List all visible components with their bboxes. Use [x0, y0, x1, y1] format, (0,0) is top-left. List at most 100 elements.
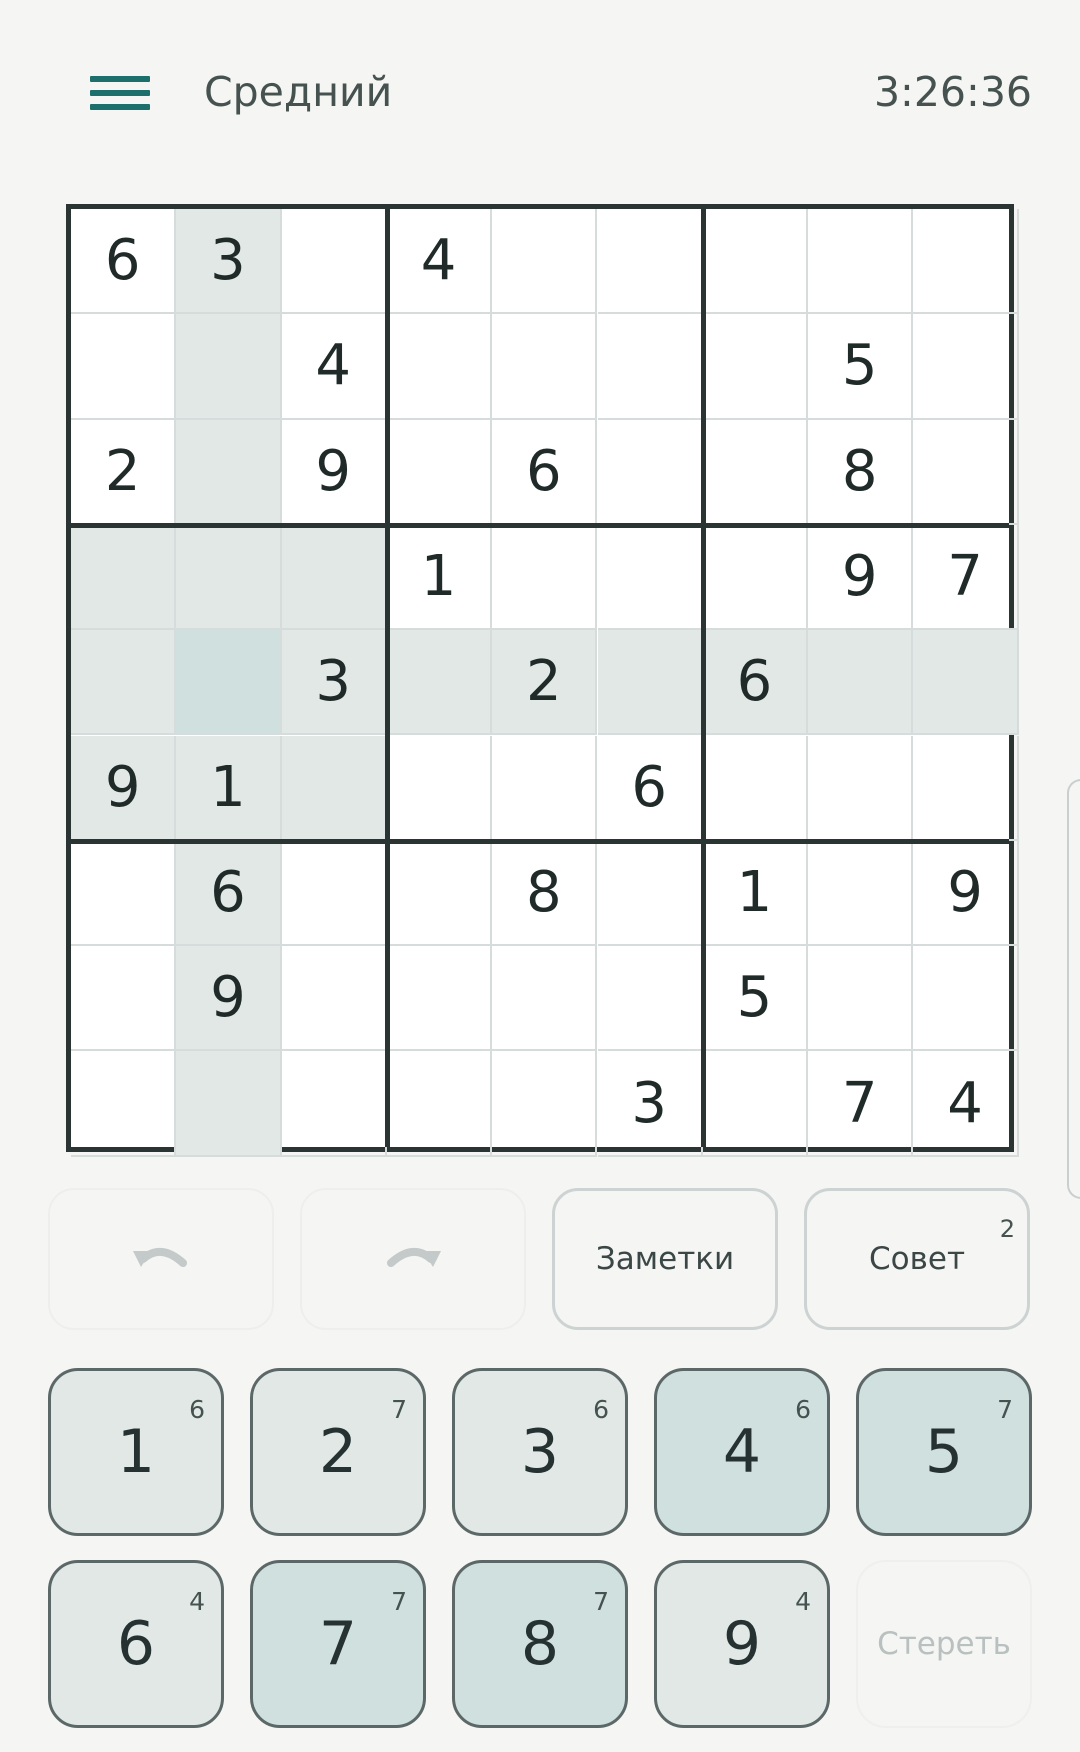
notes-button[interactable]: Заметки: [552, 1188, 778, 1330]
number-key-7[interactable]: 77: [250, 1560, 426, 1728]
cell-r8-c4[interactable]: [386, 946, 493, 1052]
cell-r2-c3[interactable]: 4: [281, 314, 387, 420]
cell-r1-c3[interactable]: [281, 209, 387, 315]
cell-r5-c6[interactable]: [597, 630, 703, 736]
cell-r9-c6[interactable]: 3: [597, 1051, 703, 1157]
cell-r1-c1[interactable]: 6: [71, 209, 177, 315]
box-divider-horizontal: [71, 838, 1009, 844]
cell-r6-c6[interactable]: 6: [597, 735, 703, 841]
cell-r4-c2[interactable]: [176, 524, 282, 631]
cell-r4-c9[interactable]: 7: [913, 524, 1019, 631]
cell-r1-c9[interactable]: [913, 209, 1019, 315]
redo-button[interactable]: [300, 1188, 526, 1330]
cell-r8-c6[interactable]: [597, 946, 703, 1052]
cell-r3-c2[interactable]: [176, 419, 282, 525]
cell-r4-c4[interactable]: 1: [386, 524, 493, 631]
cell-r2-c7[interactable]: [702, 314, 809, 420]
cell-r3-c7[interactable]: [702, 419, 809, 525]
cell-r1-c2[interactable]: 3: [176, 209, 282, 315]
menu-button[interactable]: [82, 72, 152, 122]
cell-r7-c2[interactable]: 6: [176, 840, 282, 947]
cell-r7-c5[interactable]: 8: [492, 840, 598, 947]
cell-r6-c2[interactable]: 1: [176, 735, 282, 841]
cell-r7-c4[interactable]: [386, 840, 493, 947]
cell-r3-c1[interactable]: 2: [71, 419, 177, 525]
cell-r9-c1[interactable]: [71, 1051, 177, 1157]
cell-r1-c4[interactable]: 4: [386, 209, 493, 315]
cell-r7-c1[interactable]: [71, 840, 177, 947]
cell-r8-c3[interactable]: [281, 946, 387, 1052]
cell-r1-c7[interactable]: [702, 209, 809, 315]
cell-r6-c1[interactable]: 9: [71, 735, 177, 841]
cell-r7-c8[interactable]: [808, 840, 914, 947]
cell-r9-c3[interactable]: [281, 1051, 387, 1157]
cell-r7-c7[interactable]: 1: [702, 840, 809, 947]
cell-r2-c4[interactable]: [386, 314, 493, 420]
cell-r6-c5[interactable]: [492, 735, 598, 841]
cell-r4-c7[interactable]: [702, 524, 809, 631]
number-key-8[interactable]: 87: [452, 1560, 628, 1728]
cell-r2-c1[interactable]: [71, 314, 177, 420]
cell-r2-c8[interactable]: 5: [808, 314, 914, 420]
cell-r9-c9[interactable]: 4: [913, 1051, 1019, 1157]
cell-r6-c7[interactable]: [702, 735, 809, 841]
cell-r5-c3[interactable]: 3: [281, 630, 387, 736]
cell-r9-c4[interactable]: [386, 1051, 493, 1157]
number-key-digit: 8: [520, 1609, 560, 1679]
number-key-5[interactable]: 57: [856, 1368, 1032, 1536]
cell-r5-c2[interactable]: [176, 630, 282, 736]
cell-r4-c6[interactable]: [597, 524, 703, 631]
hint-button[interactable]: Совет 2: [804, 1188, 1030, 1330]
cell-r8-c9[interactable]: [913, 946, 1019, 1052]
cell-r9-c2[interactable]: [176, 1051, 282, 1157]
cell-r1-c8[interactable]: [808, 209, 914, 315]
cell-r7-c9[interactable]: 9: [913, 840, 1019, 947]
cell-r2-c2[interactable]: [176, 314, 282, 420]
cell-r5-c8[interactable]: [808, 630, 914, 736]
number-key-1[interactable]: 16: [48, 1368, 224, 1536]
number-key-6[interactable]: 64: [48, 1560, 224, 1728]
cell-r2-c5[interactable]: [492, 314, 598, 420]
cell-r7-c6[interactable]: [597, 840, 703, 947]
cell-r4-c5[interactable]: [492, 524, 598, 631]
cell-r6-c4[interactable]: [386, 735, 493, 841]
cell-r3-c4[interactable]: [386, 419, 493, 525]
cell-r5-c9[interactable]: [913, 630, 1019, 736]
cell-r4-c1[interactable]: [71, 524, 177, 631]
cell-r6-c8[interactable]: [808, 735, 914, 841]
cell-r9-c8[interactable]: 7: [808, 1051, 914, 1157]
cell-r1-c5[interactable]: [492, 209, 598, 315]
cell-r4-c8[interactable]: 9: [808, 524, 914, 631]
cell-r5-c1[interactable]: [71, 630, 177, 736]
number-key-3[interactable]: 36: [452, 1368, 628, 1536]
cell-r2-c9[interactable]: [913, 314, 1019, 420]
number-key-9[interactable]: 94: [654, 1560, 830, 1728]
cell-r2-c6[interactable]: [597, 314, 703, 420]
cell-r6-c9[interactable]: [913, 735, 1019, 841]
cell-r7-c3[interactable]: [281, 840, 387, 947]
erase-button[interactable]: Стереть: [856, 1560, 1032, 1728]
undo-button[interactable]: [48, 1188, 274, 1330]
cell-r8-c5[interactable]: [492, 946, 598, 1052]
cell-r3-c8[interactable]: 8: [808, 419, 914, 525]
cell-r3-c5[interactable]: 6: [492, 419, 598, 525]
cell-r9-c7[interactable]: [702, 1051, 809, 1157]
cell-r8-c8[interactable]: [808, 946, 914, 1052]
erase-label: Стереть: [877, 1626, 1011, 1662]
cell-r1-c6[interactable]: [597, 209, 703, 315]
cell-r4-c3[interactable]: [281, 524, 387, 631]
cell-r3-c9[interactable]: [913, 419, 1019, 525]
cell-r6-c3[interactable]: [281, 735, 387, 841]
cell-r5-c4[interactable]: [386, 630, 493, 736]
cell-r8-c7[interactable]: 5: [702, 946, 809, 1052]
cell-r9-c5[interactable]: [492, 1051, 598, 1157]
edge-panel-handle[interactable]: [1067, 779, 1080, 1199]
cell-r3-c3[interactable]: 9: [281, 419, 387, 525]
cell-r5-c5[interactable]: 2: [492, 630, 598, 736]
cell-r3-c6[interactable]: [597, 419, 703, 525]
cell-r5-c7[interactable]: 6: [702, 630, 809, 736]
cell-r8-c2[interactable]: 9: [176, 946, 282, 1052]
number-key-2[interactable]: 27: [250, 1368, 426, 1536]
number-key-4[interactable]: 46: [654, 1368, 830, 1536]
cell-r8-c1[interactable]: [71, 946, 177, 1052]
